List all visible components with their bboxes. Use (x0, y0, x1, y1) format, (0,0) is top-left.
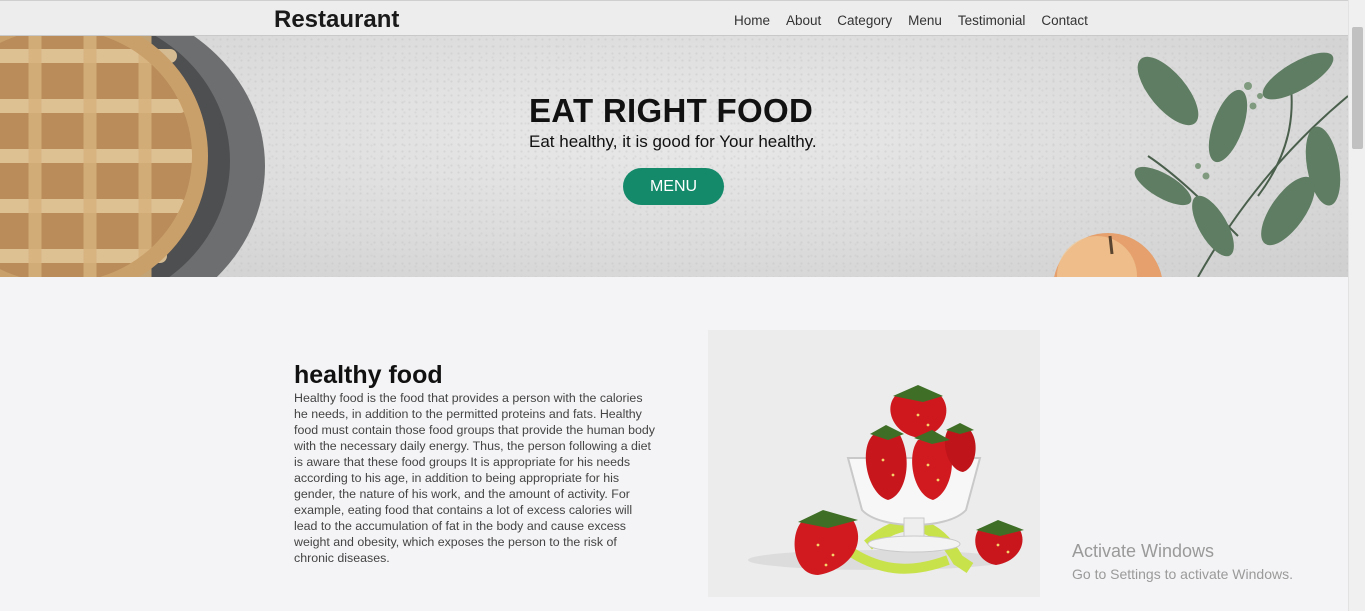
nav-link-category[interactable]: Category (837, 13, 892, 28)
nav-link-testimonial[interactable]: Testimonial (958, 13, 1026, 28)
strawberries-image (708, 330, 1040, 597)
nav-link-about[interactable]: About (786, 13, 821, 28)
hero-title: EAT RIGHT FOOD (529, 92, 814, 129)
hero-banner: EAT RIGHT FOOD Eat healthy, it is good f… (0, 36, 1348, 277)
brand-logo[interactable]: Restaurant (274, 6, 399, 34)
activate-windows-subtitle: Go to Settings to activate Windows. (1072, 566, 1293, 582)
section-body: Healthy food is the food that provides a… (294, 391, 655, 565)
nav-links: Home About Category Menu Testimonial Con… (734, 13, 1088, 28)
navbar: Restaurant Home About Category Menu Test… (0, 0, 1348, 36)
browser-viewport: Restaurant Home About Category Menu Test… (0, 0, 1365, 611)
vertical-scrollbar[interactable] (1348, 0, 1365, 611)
scrollbar-thumb[interactable] (1352, 27, 1363, 149)
apple-image (1054, 233, 1162, 277)
pie-image (0, 36, 265, 277)
activate-windows-title: Activate Windows (1072, 541, 1215, 561)
section-title: healthy food (294, 361, 443, 389)
menu-button[interactable]: MENU (623, 168, 724, 205)
hero-subtitle: Eat healthy, it is good for Your healthy… (529, 132, 817, 151)
nav-link-menu[interactable]: Menu (908, 13, 942, 28)
nav-link-contact[interactable]: Contact (1041, 13, 1088, 28)
nav-link-home[interactable]: Home (734, 13, 770, 28)
